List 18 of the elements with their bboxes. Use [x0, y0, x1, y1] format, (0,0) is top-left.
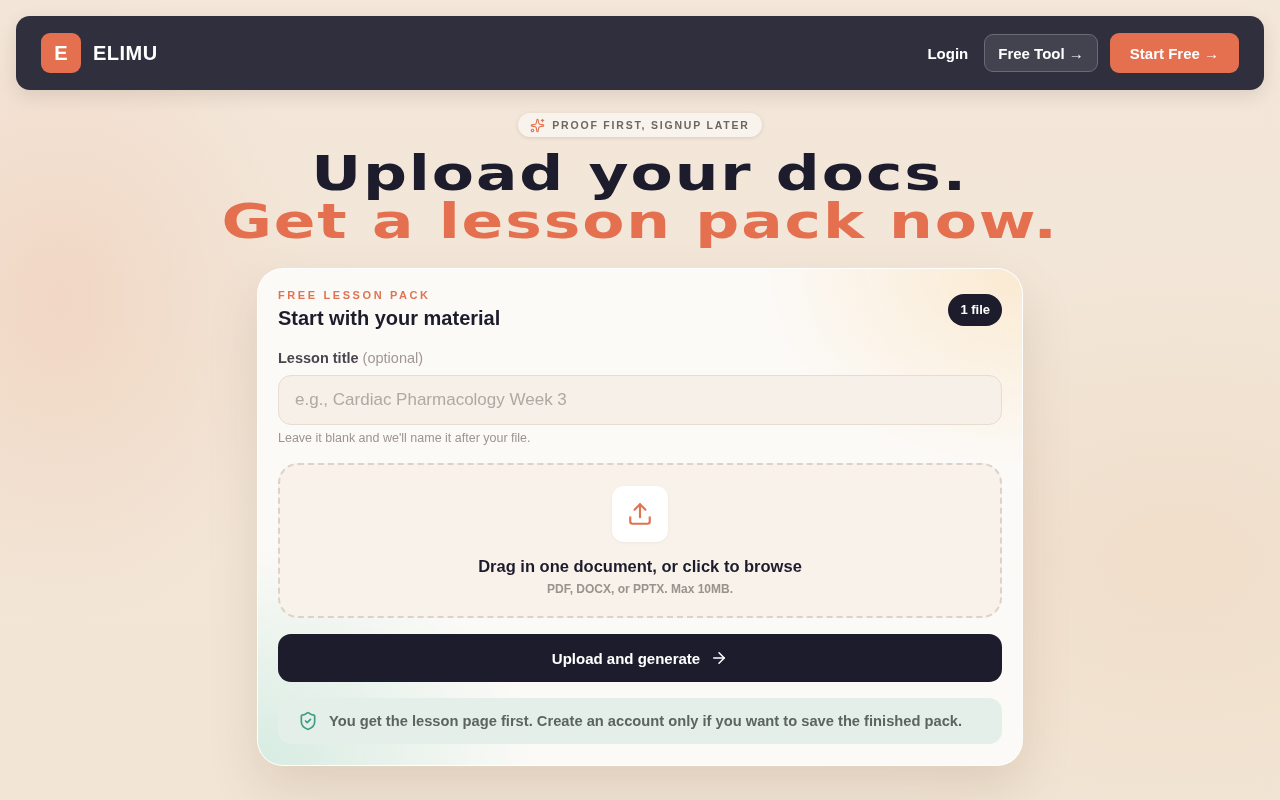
sparkle-icon [530, 117, 546, 133]
file-count-badge: 1 file [948, 293, 1002, 326]
file-drop-zone[interactable]: Drag in one document, or click to browse PDF, DOCX, or PPTX. Max 10MB. [278, 463, 1002, 618]
notice-text: You get the lesson page first. Create an account only if you want to save the finished pack. [329, 713, 963, 729]
drop-zone-title: Drag in one document, or click to browse [478, 556, 802, 576]
login-link[interactable]: Login [923, 42, 973, 64]
field-hint: Leave it blank and we'll name it after your file. [278, 431, 532, 445]
drop-zone-subtitle: PDF, DOCX, or PPTX. Max 10MB. [546, 581, 733, 596]
lesson-title-input[interactable]: e.g., Cardiac Pharmacology Week 3 [278, 375, 1002, 425]
badge-text: PROOF FIRST, SIGNUP LATER [552, 119, 750, 131]
free-tool-button[interactable]: Free Tool → [984, 34, 1098, 72]
card-eyebrow: FREE LESSON PACK [278, 289, 432, 301]
brand-name: ELIMU [93, 41, 158, 65]
card-title: Start with your material [278, 307, 501, 330]
field-label: Lesson title (optional) [278, 350, 425, 366]
upload-generate-button[interactable]: Upload and generate [278, 634, 1002, 682]
shield-check-icon [298, 711, 318, 731]
upload-icon [612, 485, 668, 542]
